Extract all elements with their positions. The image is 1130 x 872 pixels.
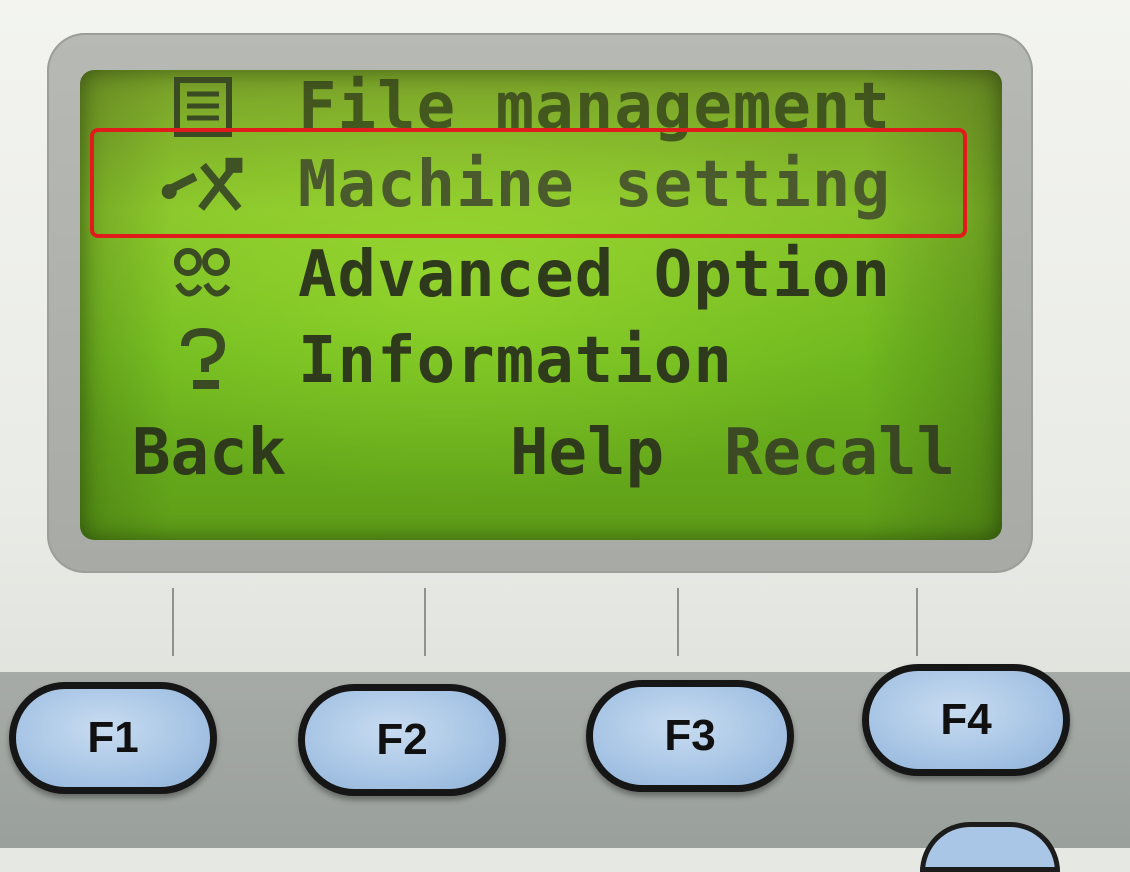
softkey-label-row: Back Help Recall xyxy=(80,410,1002,490)
softkey-help-label[interactable]: Help xyxy=(510,416,664,490)
menu-item-label: Advanced Option xyxy=(298,238,891,312)
advanced-option-icon xyxy=(158,240,248,310)
f4-label: F4 xyxy=(940,695,992,744)
f2-label: F2 xyxy=(376,715,428,764)
f3-label: F3 xyxy=(664,711,716,760)
menu-item-label: Information xyxy=(298,324,733,398)
menu-item-information[interactable]: Information xyxy=(80,326,1002,396)
question-mark-icon xyxy=(158,326,248,396)
softkey-divider-3 xyxy=(677,588,679,656)
f1-label: F1 xyxy=(87,713,139,762)
softkey-divider-4 xyxy=(916,588,918,656)
softkey-divider-2 xyxy=(424,588,426,656)
f2-button[interactable]: F2 xyxy=(298,684,506,796)
softkey-back-label[interactable]: Back xyxy=(132,416,286,490)
f4-button[interactable]: F4 xyxy=(862,664,1070,776)
f3-button[interactable]: F3 xyxy=(586,680,794,792)
selection-highlight-box xyxy=(90,128,967,238)
f1-button[interactable]: F1 xyxy=(9,682,217,794)
softkey-recall-label[interactable]: Recall xyxy=(724,416,955,490)
menu-item-advanced-option[interactable]: Advanced Option xyxy=(80,240,1002,310)
softkey-divider-1 xyxy=(172,588,174,656)
